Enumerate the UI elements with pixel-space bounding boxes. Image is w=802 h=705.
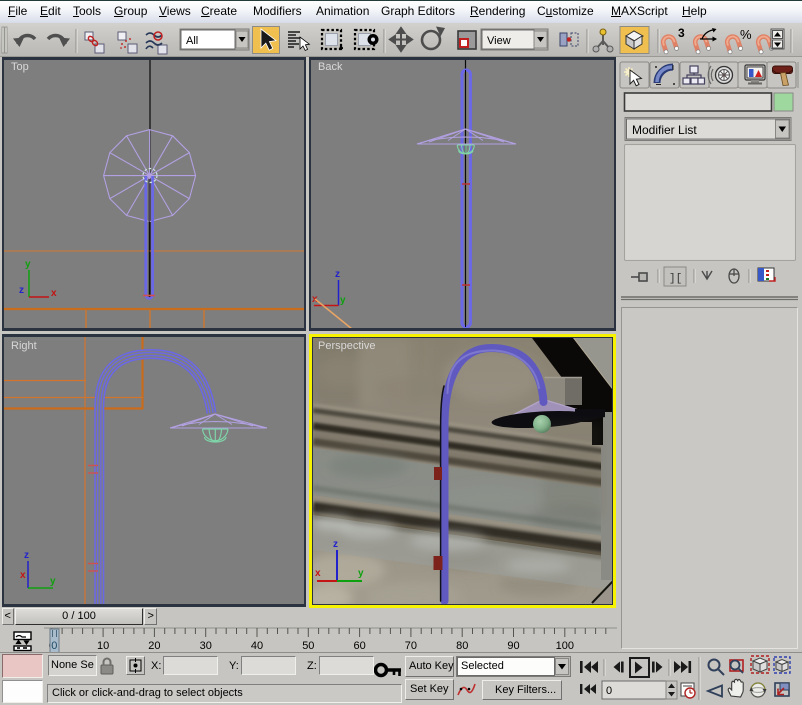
svg-text:20: 20	[148, 640, 160, 652]
svg-text:100: 100	[556, 640, 574, 652]
svg-text:z: z	[335, 269, 340, 280]
svg-text:][: ][	[669, 273, 682, 285]
svg-text:60: 60	[354, 640, 366, 652]
svg-text:40: 40	[251, 640, 263, 652]
svg-text:y: y	[25, 259, 31, 270]
svg-text:View: View	[487, 35, 511, 47]
svg-text:3: 3	[678, 26, 685, 40]
svg-text:10: 10	[97, 640, 109, 652]
svg-text:y: y	[358, 568, 364, 579]
svg-text:30: 30	[200, 640, 212, 652]
svg-text:x: x	[20, 570, 26, 581]
svg-text:%: %	[740, 27, 752, 42]
svg-text:80: 80	[456, 640, 468, 652]
svg-text:y: y	[340, 295, 346, 306]
svg-text:z: z	[19, 285, 24, 296]
svg-text:0: 0	[606, 685, 612, 697]
svg-text:x: x	[51, 288, 57, 299]
svg-text:90: 90	[507, 640, 519, 652]
svg-text:x: x	[315, 568, 321, 579]
svg-text:50: 50	[302, 640, 314, 652]
svg-text:Modifier List: Modifier List	[632, 123, 697, 137]
svg-text:70: 70	[405, 640, 417, 652]
svg-text:0: 0	[51, 640, 57, 652]
svg-text:All: All	[186, 35, 198, 47]
svg-text:z: z	[24, 550, 29, 561]
svg-text:y: y	[50, 576, 56, 587]
svg-text:z: z	[333, 539, 338, 550]
